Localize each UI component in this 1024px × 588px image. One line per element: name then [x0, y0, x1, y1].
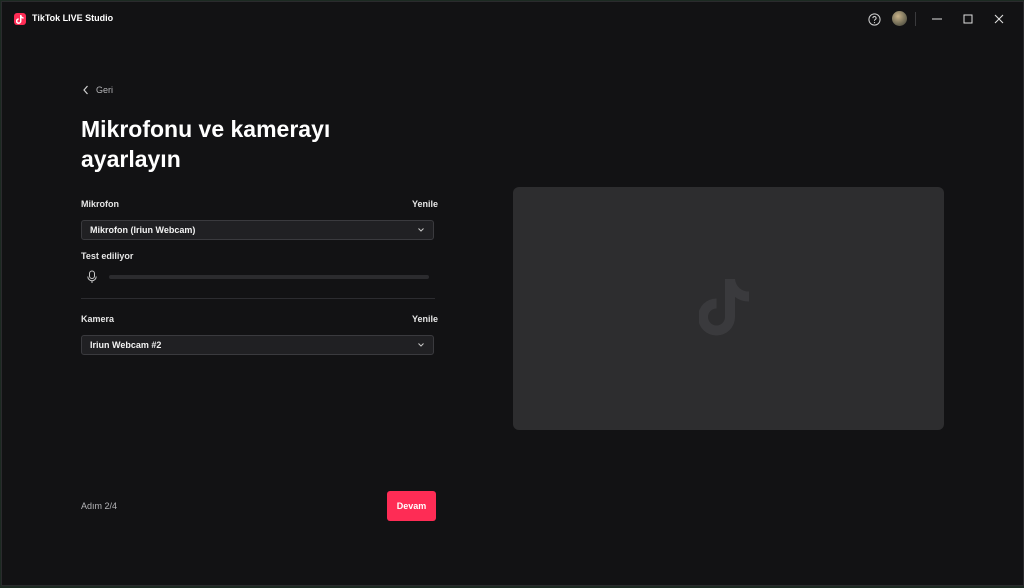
app-window: TikTok LIVE Studio Geri Mikrofonu ve kam…	[1, 1, 1024, 586]
camera-preview	[513, 187, 944, 430]
back-button[interactable]: Geri	[82, 85, 113, 95]
help-icon[interactable]	[866, 11, 882, 27]
maximize-icon[interactable]	[960, 11, 976, 27]
microphone-label: Mikrofon	[81, 199, 119, 209]
camera-refresh-link[interactable]: Yenile	[412, 314, 438, 324]
title-bar-divider	[915, 12, 916, 26]
microphone-refresh-link[interactable]: Yenile	[412, 199, 438, 209]
avatar[interactable]	[892, 11, 907, 26]
chevron-left-icon	[83, 85, 88, 95]
microphone-selected-value: Mikrofon (Iriun Webcam)	[90, 225, 196, 235]
mic-test-label: Test ediliyor	[81, 251, 134, 261]
page-title: Mikrofonu ve kamerayı ayarlayın	[81, 116, 331, 172]
tiktok-logo-icon	[14, 13, 26, 25]
back-label: Geri	[96, 85, 114, 95]
minimize-icon[interactable]	[929, 11, 945, 27]
continue-button[interactable]: Devam	[387, 491, 436, 521]
close-icon[interactable]	[991, 11, 1007, 27]
camera-selected-value: Iriun Webcam #2	[90, 340, 162, 350]
step-indicator: Adım 2/4	[81, 501, 118, 511]
mic-level-meter	[109, 275, 429, 279]
title-bar: TikTok LIVE Studio	[2, 2, 1023, 36]
section-divider	[81, 298, 435, 299]
camera-select[interactable]: Iriun Webcam #2	[81, 335, 434, 355]
camera-label: Kamera	[81, 314, 115, 324]
chevron-down-icon	[418, 228, 424, 232]
microphone-select[interactable]: Mikrofon (Iriun Webcam)	[81, 220, 434, 240]
microphone-icon	[87, 270, 97, 283]
app-title: TikTok LIVE Studio	[32, 13, 114, 23]
tiktok-logo-icon	[699, 279, 749, 336]
chevron-down-icon	[418, 343, 424, 347]
